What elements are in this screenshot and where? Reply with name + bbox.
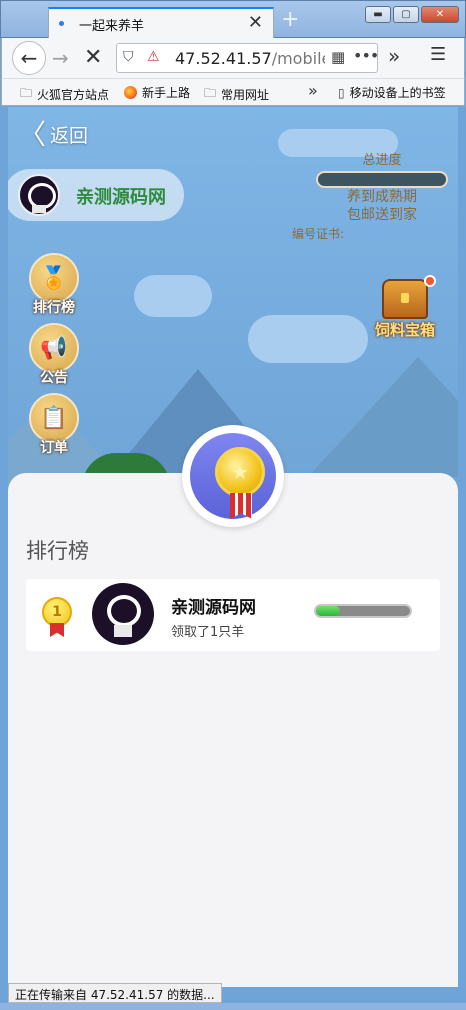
trophy-icon: 🏅	[29, 253, 79, 303]
address-bar[interactable]: ⛉ ⚠ 47.52.41.57/mobile/she ▦ •••	[116, 43, 379, 73]
first-place-medal-icon: 1	[42, 597, 74, 637]
bookmark-item[interactable]: 🗀 火狐官方站点	[20, 84, 109, 105]
user-profile-pill[interactable]: 亲测源码网	[8, 169, 184, 221]
shield-icon[interactable]: ⛉	[123, 49, 134, 65]
folder-icon: 🗀	[204, 86, 217, 100]
bookmarks-overflow-icon[interactable]: »	[308, 81, 318, 100]
tab-title: 一起来养羊	[79, 19, 145, 34]
loading-indicator-icon	[59, 21, 64, 26]
bookmark-item[interactable]: 新手上路	[124, 84, 190, 101]
firefox-icon	[124, 86, 137, 99]
window-frame-bottom	[0, 1003, 466, 1010]
ribbon-icon	[50, 623, 64, 637]
treasure-chest-icon	[382, 279, 428, 319]
url-host: 47.52.41.57	[175, 49, 272, 68]
clipboard-icon: 📋	[29, 393, 79, 443]
side-item-label: 公告	[40, 370, 68, 386]
player-progress-fill	[316, 606, 340, 616]
player-progress-bar	[314, 604, 412, 618]
page-actions-icon[interactable]: •••	[353, 46, 379, 65]
toolbar-overflow-icon[interactable]: »	[388, 44, 400, 68]
ribbon-icon	[230, 493, 252, 519]
bookmark-label: 新手上路	[142, 86, 191, 100]
side-item-label: 排行榜	[33, 300, 75, 316]
avatar	[92, 583, 154, 645]
side-item-announcement[interactable]: 📢 公告	[26, 323, 82, 387]
leaderboard-title: 排行榜	[26, 539, 89, 563]
bookmarks-toolbar: 🗀 火狐官方站点 新手上路 🗀 常用网址 » ▯ 移动设备上的书签	[1, 78, 465, 106]
minimize-icon[interactable]: ▬	[365, 6, 391, 23]
notification-dot-icon	[424, 275, 436, 287]
player-name: 亲测源码网	[171, 598, 256, 618]
feed-chest-button[interactable]: 饲料宝箱	[366, 275, 444, 340]
certificate-label: 编号证书:	[292, 227, 345, 241]
mobile-device-icon: ▯	[338, 85, 345, 100]
new-tab-icon[interactable]: +	[281, 7, 299, 32]
back-button[interactable]: 〈 返回	[18, 117, 89, 151]
chest-label: 饲料宝箱	[374, 321, 435, 339]
progress-line-2: 包邮送到家	[347, 207, 417, 223]
forward-arrow-icon[interactable]: →	[52, 46, 69, 70]
browser-tab[interactable]: 一起来养羊 ✕	[48, 7, 274, 39]
game-page: 〈 返回 亲测源码网 总进度 养到成熟期 包邮送到家 编号证书: 🏅 排行榜 📢…	[8, 107, 458, 987]
avatar	[18, 174, 60, 216]
star-coin-icon: ★	[215, 447, 265, 497]
bookmark-item[interactable]: ▯ 移动设备上的书签	[338, 84, 446, 101]
progress-line-1: 养到成熟期	[347, 189, 417, 205]
bookmark-label: 移动设备上的书签	[349, 86, 446, 100]
navigation-toolbar: ← → ✕ ⛉ ⚠ 47.52.41.57/mobile/she ▦ ••• »…	[1, 38, 465, 78]
bookmark-label: 常用网址	[221, 88, 270, 102]
status-bar: 正在传输来自 47.52.41.57 的数据...	[8, 983, 222, 1003]
total-progress-panel: 总进度 养到成熟期 包邮送到家 编号证书:	[292, 149, 452, 241]
side-item-label: 订单	[40, 440, 68, 456]
rank-number: 1	[42, 597, 72, 627]
player-subtitle: 领取了1只羊	[171, 625, 245, 640]
back-label: 返回	[50, 125, 89, 147]
bookmark-item[interactable]: 🗀 常用网址	[204, 84, 269, 105]
back-arrow-icon[interactable]: ←	[12, 41, 46, 75]
megaphone-icon: 📢	[29, 323, 79, 373]
insecure-lock-icon[interactable]: ⚠	[147, 49, 160, 65]
leaderboard-sheet: ★ 排行榜 1 亲测源码网 领取了1只羊	[8, 425, 458, 987]
medal-background: ★	[190, 433, 276, 519]
cloud	[248, 315, 368, 363]
progress-title: 总进度	[362, 153, 402, 168]
leaderboard-row[interactable]: 1 亲测源码网 领取了1只羊	[26, 579, 440, 651]
cloud	[134, 275, 212, 317]
window-titlebar: 一起来养羊 ✕ + ▬ ▢ ✕	[0, 0, 466, 39]
window-controls: ▬ ▢ ✕	[365, 6, 459, 23]
username: 亲测源码网	[76, 187, 166, 208]
stop-loading-icon[interactable]: ✕	[84, 45, 102, 70]
side-item-leaderboard[interactable]: 🏅 排行榜	[26, 253, 82, 317]
hamburger-menu-icon[interactable]: ☰	[430, 44, 446, 65]
mountain	[308, 357, 458, 477]
folder-icon: 🗀	[20, 86, 33, 100]
medal-icon: ★	[182, 425, 284, 527]
url-path: /mobile/she	[271, 49, 325, 68]
tab-close-icon[interactable]: ✕	[248, 12, 263, 33]
side-item-orders[interactable]: 📋 订单	[26, 393, 82, 457]
chevron-left-icon: 〈	[18, 117, 47, 151]
qr-code-icon[interactable]: ▦	[331, 48, 345, 66]
window-close-icon[interactable]: ✕	[421, 6, 459, 23]
bookmark-label: 火狐官方站点	[37, 88, 110, 102]
total-progress-bar	[316, 171, 448, 188]
maximize-icon[interactable]: ▢	[393, 6, 419, 23]
url-text[interactable]: 47.52.41.57/mobile/she	[175, 49, 325, 68]
